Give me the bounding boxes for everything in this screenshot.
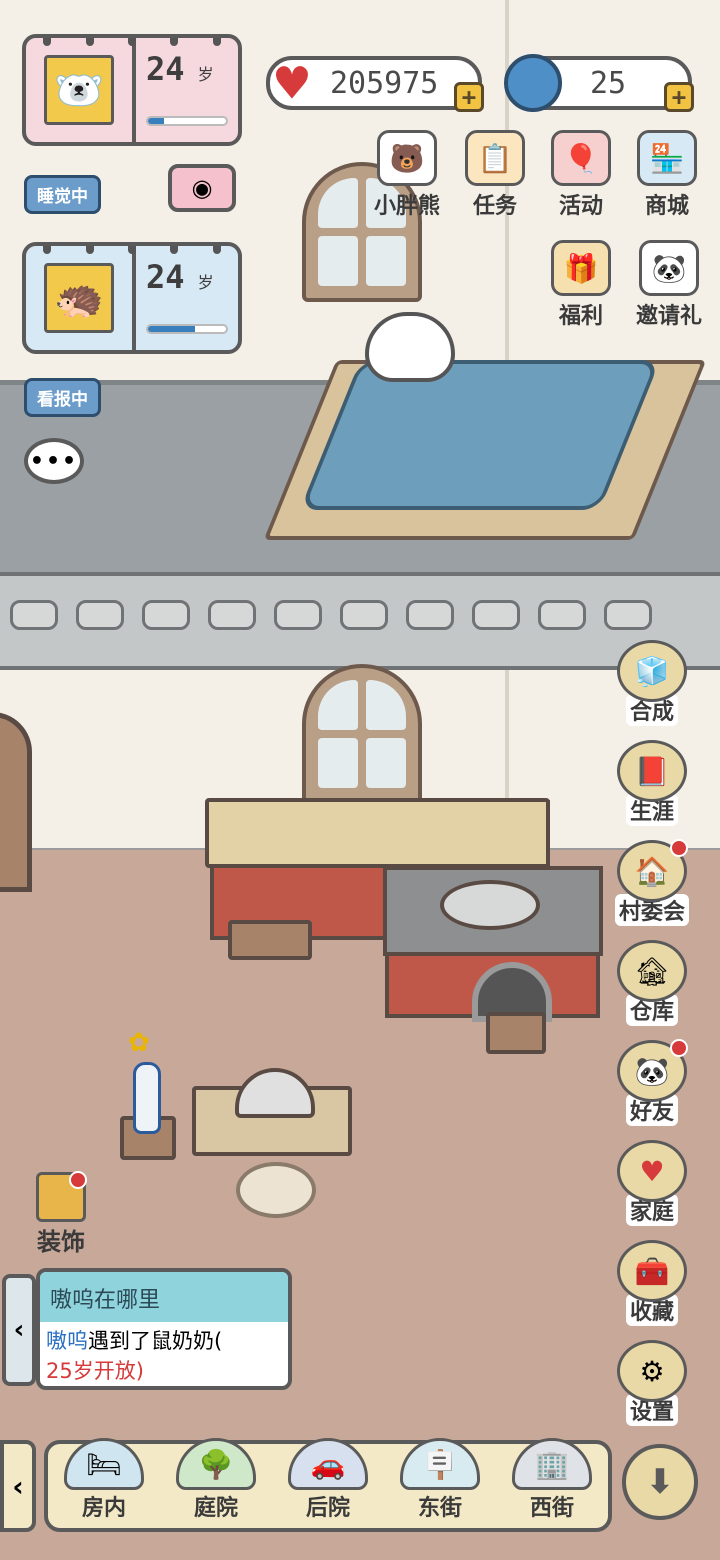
combine-button[interactable]: 🧊 合成	[610, 640, 694, 726]
vase[interactable]	[133, 1062, 161, 1134]
garden-icon: 🌳	[176, 1438, 256, 1490]
small-stool[interactable]	[486, 1012, 546, 1054]
gem-count: 25	[589, 65, 627, 101]
age-value: 24	[146, 258, 185, 296]
friends-button[interactable]: 🐼 好友	[610, 1039, 694, 1126]
blocks-icon: 🧊	[617, 640, 687, 702]
status-badge: 睡觉中	[24, 175, 101, 214]
gem-currency[interactable]: 25 +	[504, 54, 694, 112]
panda-icon: 🐼	[639, 240, 699, 296]
chevron-left-icon: ‹	[13, 1315, 25, 1345]
add-gems-button[interactable]: +	[664, 82, 694, 112]
invite-button[interactable]: 🐼 邀请礼	[624, 240, 714, 330]
chat-bubble-icon: •••	[29, 448, 79, 474]
beam-stones	[0, 600, 720, 640]
notice-title: 嗷呜在哪里	[40, 1272, 288, 1322]
shop-icon: 🏪	[637, 130, 697, 186]
chevron-left-icon: ‹	[12, 1469, 24, 1503]
bottom-bar-toggle[interactable]: ‹	[0, 1440, 36, 1532]
welfare-button[interactable]: 🎁 福利	[536, 240, 626, 330]
camera-icon: ◉	[191, 174, 213, 202]
add-hearts-button[interactable]: +	[454, 82, 484, 112]
step-stool[interactable]	[228, 920, 312, 960]
street-sign-icon: 🪧	[400, 1438, 480, 1490]
book-icon: 📕	[617, 740, 687, 802]
hearts-icon: ♥	[617, 1140, 687, 1202]
tab-west-street[interactable]: 🏢 西街	[502, 1438, 602, 1522]
bear-icon: 🐻	[377, 130, 437, 186]
chat-button[interactable]: •••	[24, 438, 84, 484]
basket[interactable]	[236, 1162, 316, 1218]
door[interactable]	[0, 712, 32, 892]
growth-progress	[146, 324, 228, 334]
pot-lid[interactable]	[440, 880, 540, 930]
age-value: 24	[146, 50, 185, 88]
bed-blanket	[299, 360, 661, 510]
bed-icon: 🛏	[64, 1438, 144, 1490]
building-icon: 🏢	[512, 1438, 592, 1490]
event-button[interactable]: 🎈 活动	[536, 130, 626, 220]
arrow-down-icon: ⬇	[645, 1462, 675, 1502]
notification-dot	[670, 839, 688, 857]
lower-window	[302, 664, 422, 804]
car-icon: 🚗	[288, 1438, 368, 1490]
download-button[interactable]: ⬇	[622, 1444, 698, 1520]
quest-notice[interactable]: 嗷呜在哪里 嗷呜遇到了鼠奶奶( 25岁开放)	[36, 1268, 292, 1390]
status-badge: 看报中	[24, 378, 101, 417]
gem-icon	[504, 54, 562, 112]
heart-count: 205975	[330, 65, 439, 101]
bear-menu-button[interactable]: 🐻 小胖熊	[362, 130, 452, 220]
decorate-button[interactable]: 装饰	[26, 1171, 96, 1257]
panda-friends-icon: 🐼	[617, 1039, 688, 1102]
camera-button[interactable]: ◉	[168, 164, 236, 212]
growth-progress	[146, 116, 228, 126]
settings-button[interactable]: ⚙ 设置	[610, 1340, 694, 1426]
notice-body: 嗷呜遇到了鼠奶奶( 25岁开放)	[46, 1329, 223, 1383]
tab-east-street[interactable]: 🪧 东街	[390, 1438, 490, 1522]
balloon-icon: 🎈	[551, 130, 611, 186]
warehouse-icon: 🏚	[617, 940, 687, 1002]
polar-bear-icon: 🐻‍❄️	[44, 55, 114, 125]
sleeping-bear[interactable]	[365, 312, 455, 382]
tab-yard[interactable]: 🌳 庭院	[166, 1438, 266, 1522]
warehouse-button[interactable]: 🏚 仓库	[610, 940, 694, 1026]
age-unit: 岁	[197, 65, 214, 84]
paint-brush-icon	[36, 1171, 87, 1222]
collapse-notice-button[interactable]: ‹	[2, 1274, 36, 1386]
family-button[interactable]: ♥ 家庭	[610, 1140, 694, 1226]
gift-bag-icon: 🎁	[551, 240, 611, 296]
shop-button[interactable]: 🏪 商城	[622, 130, 712, 220]
house-icon: 🏠	[617, 839, 688, 902]
tab-backyard[interactable]: 🚗 后院	[278, 1438, 378, 1522]
age-unit: 岁	[197, 273, 214, 292]
village-committee-button[interactable]: 🏠 村委会	[610, 839, 694, 926]
task-button[interactable]: 📋 任务	[450, 130, 540, 220]
notification-dot	[69, 1171, 87, 1189]
hedgehog-age-card[interactable]: 🦔 24 岁	[22, 242, 242, 354]
heart-icon: ♥	[275, 52, 309, 115]
task-board-icon: 📋	[465, 130, 525, 186]
tab-room[interactable]: 🛏 房内	[54, 1438, 154, 1522]
collection-button[interactable]: 🧰 收藏	[610, 1240, 694, 1326]
career-button[interactable]: 📕 生涯	[610, 740, 694, 826]
heart-currency[interactable]: ♥ 205975 +	[266, 54, 484, 114]
flower-icon: ✿	[128, 1028, 150, 1058]
treasure-chest-icon: 🧰	[617, 1240, 687, 1302]
notification-dot	[670, 1039, 688, 1057]
bear-age-card[interactable]: 🐻‍❄️ 24 岁	[22, 34, 242, 146]
hedgehog-icon: 🦔	[44, 263, 114, 333]
counter-top	[205, 798, 550, 868]
gear-icon: ⚙	[617, 1340, 687, 1402]
location-tabs: 🛏 房内 🌳 庭院 🚗 后院 🪧 东街 🏢 西街	[44, 1438, 612, 1532]
